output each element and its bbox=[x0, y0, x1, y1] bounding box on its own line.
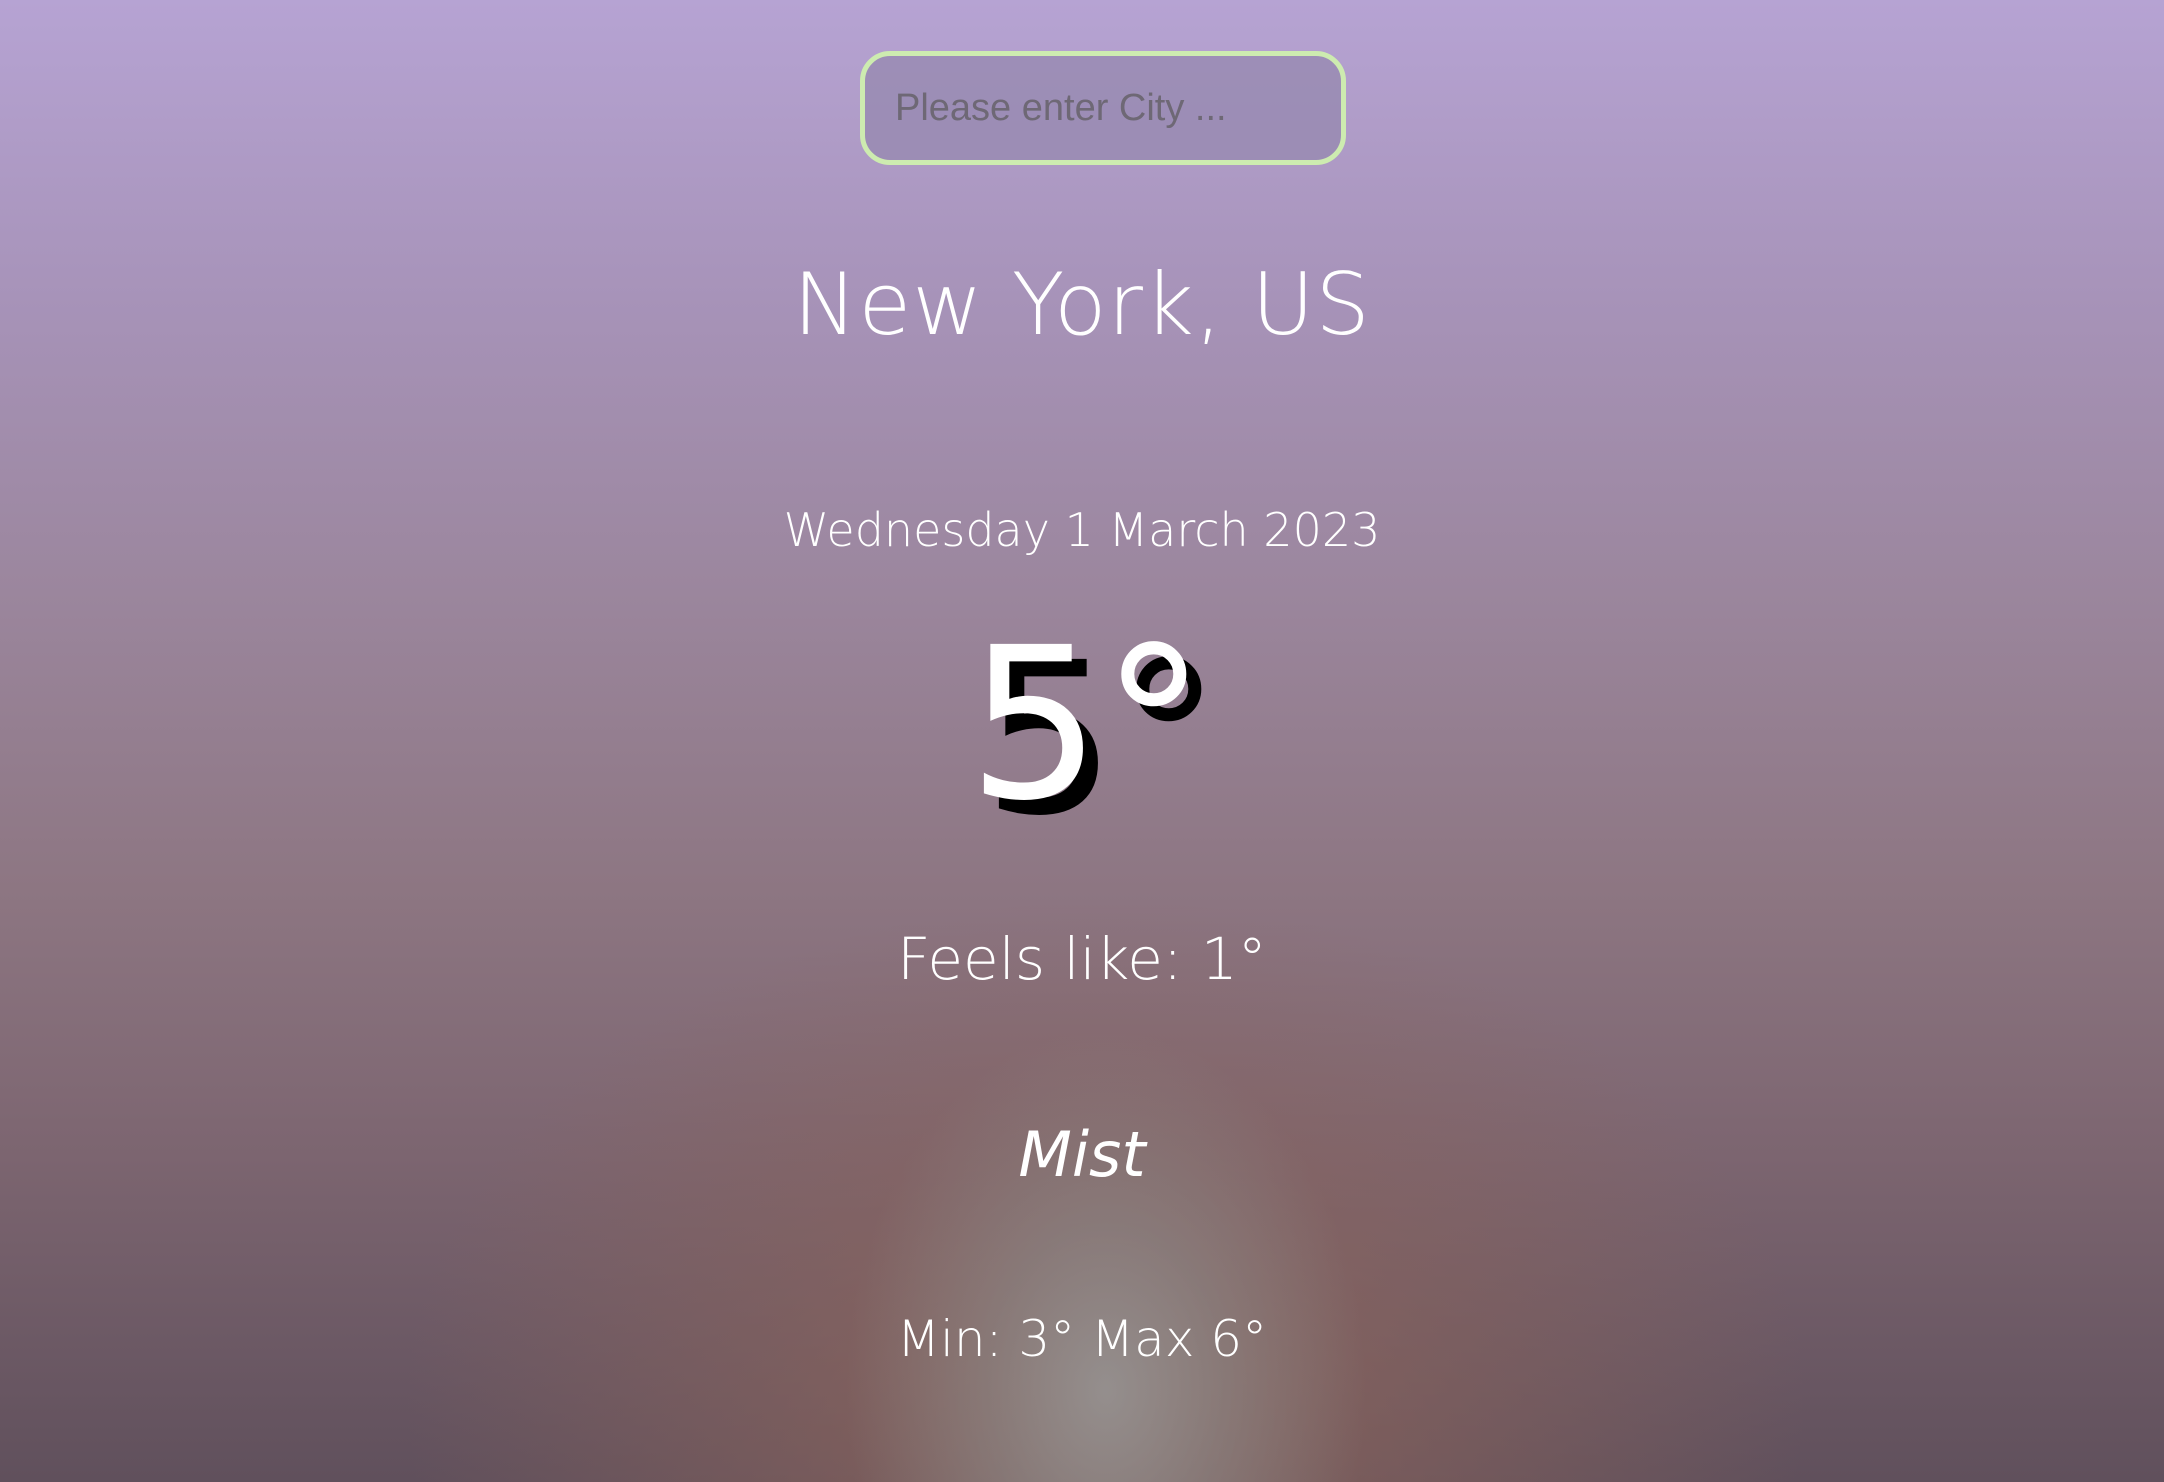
city-search-input[interactable] bbox=[860, 51, 1346, 165]
min-max-temperature: Min: 3° Max 6° bbox=[896, 1310, 1268, 1368]
feels-like-temperature: Feels like: 1° bbox=[897, 925, 1267, 993]
current-temperature: 5° bbox=[967, 602, 1207, 847]
location-title: New York, US bbox=[792, 255, 1371, 355]
temperature-container: 5° bbox=[0, 620, 2164, 830]
search-container bbox=[860, 51, 1346, 165]
weather-app: New York, US Wednesday 1 March 2023 5° F… bbox=[0, 0, 2164, 1482]
current-date: Wednesday 1 March 2023 bbox=[783, 503, 1381, 557]
weather-condition: Mist bbox=[1018, 1118, 1146, 1191]
